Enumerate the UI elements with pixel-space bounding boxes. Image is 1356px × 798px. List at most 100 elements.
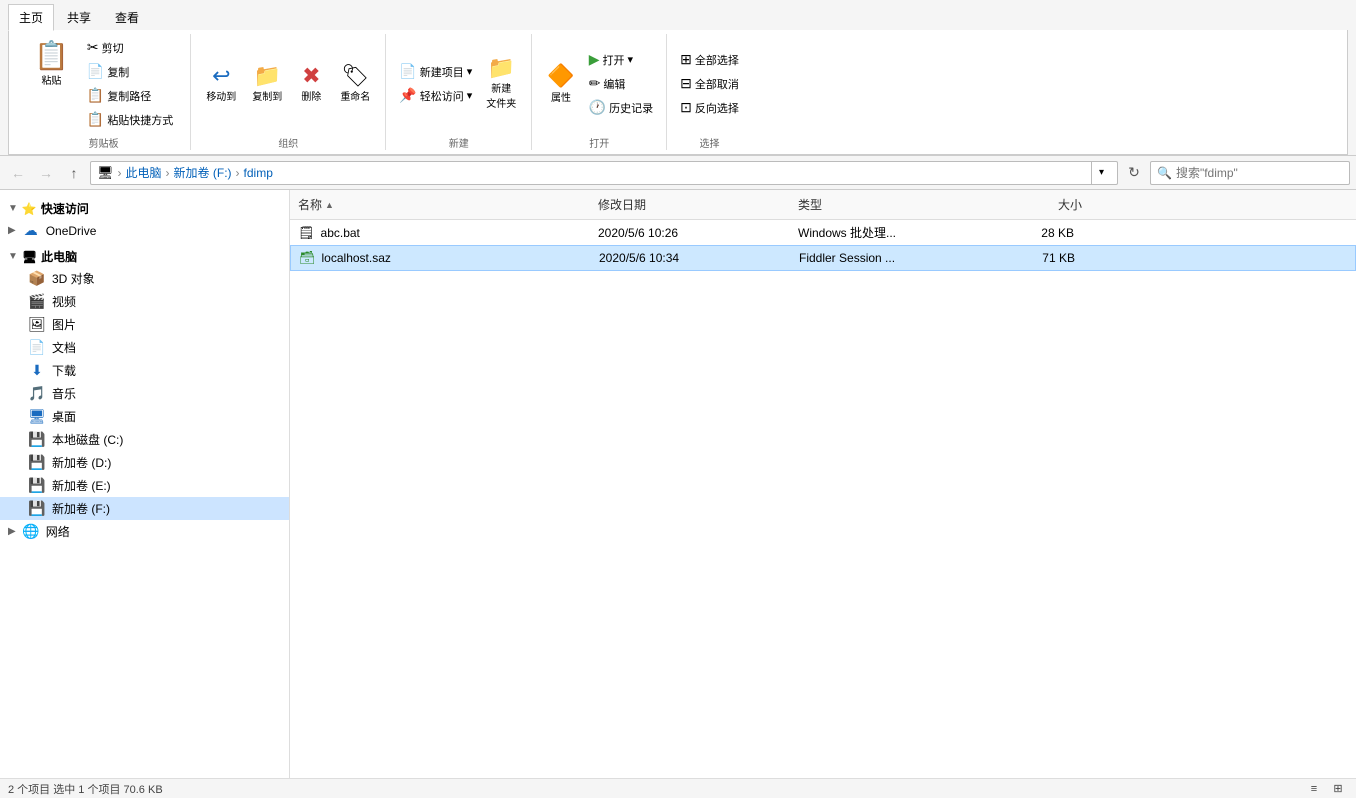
file-area: 名称 ▲ 修改日期 类型 大小 🗒 abc.bat 2020/5/6 10:26… [290, 190, 1356, 778]
desktop-icon: 🖥 [28, 408, 46, 425]
sidebar-item-onedrive[interactable]: ▶ ☁ OneDrive [0, 219, 289, 242]
sidebar-item-pictures[interactable]: 🖼 图片 [0, 313, 289, 336]
search-input[interactable] [1176, 166, 1343, 180]
col-name-header[interactable]: 名称 ▲ [290, 194, 590, 215]
rename-button[interactable]: 🏷 重命名 [333, 62, 377, 106]
path-folder[interactable]: fdimp [244, 166, 273, 180]
sidebar-item-drive-f[interactable]: 💾 新加卷 (F:) [0, 497, 289, 520]
back-button[interactable]: ← [6, 161, 30, 185]
sidebar-item-documents[interactable]: 📄 文档 [0, 336, 289, 359]
quick-access-label: 快速访问 [41, 200, 89, 217]
onedrive-icon: ☁ [22, 222, 40, 239]
new-folder-icon: 📁 [488, 57, 515, 79]
pictures-icon: 🖼 [28, 316, 46, 333]
paste-shortcut-button[interactable]: 📋 粘贴快捷方式 [82, 108, 178, 131]
up-button[interactable]: ↑ [62, 161, 86, 185]
drive-f-icon: 💾 [28, 500, 46, 517]
move-label: 移动到 [206, 88, 236, 103]
sidebar-item-video[interactable]: 🎬 视频 [0, 290, 289, 313]
documents-label: 文档 [52, 339, 76, 356]
sidebar-item-drive-c[interactable]: 💾 本地磁盘 (C:) [0, 428, 289, 451]
view-list-button[interactable]: ≡ [1304, 780, 1324, 798]
file-header: 名称 ▲ 修改日期 类型 大小 [290, 190, 1356, 220]
sidebar-item-music[interactable]: 🎵 音乐 [0, 382, 289, 405]
file-type-cell: Fiddler Session ... [791, 249, 991, 267]
path-drive[interactable]: 新加卷 (F:) [174, 164, 232, 181]
main-area: ▼ ⭐ 快速访问 ▶ ☁ OneDrive ▼ 🖥 此电脑 📦 3D 对象 🎬 … [0, 190, 1356, 778]
delete-label: 删除 [301, 88, 321, 103]
this-pc-icon: 🖥 [22, 250, 37, 264]
new-item-icon: 📄 [399, 63, 416, 80]
invert-icon: ⊡ [680, 99, 692, 116]
downloads-label: 下载 [52, 362, 76, 379]
sidebar-item-drive-e[interactable]: 💾 新加卷 (E:) [0, 474, 289, 497]
sidebar-this-pc[interactable]: ▼ 🖥 此电脑 [0, 242, 289, 267]
file-name: localhost.saz [322, 251, 391, 265]
col-size-header[interactable]: 大小 [990, 194, 1090, 215]
paste-shortcut-label: 粘贴快捷方式 [107, 112, 173, 128]
copy-path-icon: 📋 [87, 87, 104, 104]
ribbon-group-open: 🔶 属性 ▶ 打开 ▾ ✏ 编辑 🕐 历史记录 [532, 34, 667, 150]
tab-view[interactable]: 查看 [104, 4, 150, 30]
forward-button[interactable]: → [34, 161, 58, 185]
edit-icon: ✏ [589, 75, 601, 92]
invert-selection-button[interactable]: ⊡ 反向选择 [675, 96, 744, 119]
delete-button[interactable]: ✖ 删除 [291, 62, 331, 106]
ribbon-tabs: 主页 共享 查看 [8, 4, 1348, 30]
path-dropdown-button[interactable]: ▾ [1091, 161, 1111, 185]
paste-shortcut-icon: 📋 [87, 111, 104, 128]
copy-button[interactable]: 📄 复制 [82, 60, 178, 83]
new-item-button[interactable]: 📄 新建项目 ▾ [394, 60, 477, 83]
tab-home[interactable]: 主页 [8, 4, 54, 31]
ribbon-group-organize: ↩ 移动到 📁 复制到 ✖ 删除 🏷 重命名 组织 [191, 34, 386, 150]
select-group-label: 选择 [699, 135, 719, 150]
path-bar[interactable]: 🖥 › 此电脑 › 新加卷 (F:) › fdimp ▾ [90, 161, 1118, 185]
table-row[interactable]: 🗒 abc.bat 2020/5/6 10:26 Windows 批处理... … [290, 220, 1356, 245]
new-group-label: 新建 [449, 135, 469, 150]
easy-access-label: 轻松访问 [420, 88, 464, 104]
easy-access-button[interactable]: 📌 轻松访问 ▾ [394, 84, 477, 107]
file-name-cell: 🗃 localhost.saz [291, 248, 591, 268]
network-label: 网络 [46, 523, 70, 540]
col-type-header[interactable]: 类型 [790, 194, 990, 215]
cut-icon: ✂ [87, 39, 99, 56]
path-this-pc[interactable]: 此电脑 [126, 164, 162, 181]
edit-button[interactable]: ✏ 编辑 [584, 72, 658, 95]
copy-path-button[interactable]: 📋 复制路径 [82, 84, 178, 107]
edit-label: 编辑 [603, 76, 625, 92]
documents-icon: 📄 [28, 339, 46, 356]
select-none-button[interactable]: ⊟ 全部取消 [675, 72, 744, 95]
onedrive-label: OneDrive [46, 224, 97, 238]
open-icon: ▶ [589, 51, 600, 68]
network-icon: 🌐 [22, 523, 40, 540]
col-date-header[interactable]: 修改日期 [590, 194, 790, 215]
copy-to-button[interactable]: 📁 复制到 [245, 62, 289, 106]
drive-c-label: 本地磁盘 (C:) [52, 431, 123, 448]
cut-button[interactable]: ✂ 剪切 [82, 36, 178, 59]
properties-button[interactable]: 🔶 属性 [540, 60, 581, 107]
ribbon-group-clipboard: 📋 粘贴 ✂ 剪切 📄 复制 📋 [17, 34, 191, 150]
file-type-cell: Windows 批处理... [790, 222, 990, 243]
sidebar-item-network[interactable]: ▶ 🌐 网络 [0, 520, 289, 543]
move-button[interactable]: ↩ 移动到 [199, 62, 243, 106]
move-icon: ↩ [212, 65, 230, 87]
paste-button[interactable]: 📋 粘贴 [25, 34, 78, 133]
delete-icon: ✖ [302, 65, 320, 87]
sidebar-item-desktop[interactable]: 🖥 桌面 [0, 405, 289, 428]
ribbon-group-select: ⊞ 全部选择 ⊟ 全部取消 ⊡ 反向选择 选择 [667, 34, 752, 150]
refresh-button[interactable]: ↻ [1122, 161, 1146, 185]
history-button[interactable]: 🕐 历史记录 [584, 96, 658, 119]
search-bar[interactable]: 🔍 [1150, 161, 1350, 185]
view-grid-button[interactable]: ⊞ [1328, 780, 1348, 798]
sidebar-item-3d[interactable]: 📦 3D 对象 [0, 267, 289, 290]
tab-share[interactable]: 共享 [56, 4, 102, 30]
table-row[interactable]: 🗃 localhost.saz 2020/5/6 10:34 Fiddler S… [290, 245, 1356, 271]
sidebar-item-downloads[interactable]: ⬇ 下载 [0, 359, 289, 382]
new-folder-button[interactable]: 📁 新建文件夹 [479, 54, 523, 113]
sidebar-item-drive-d[interactable]: 💾 新加卷 (D:) [0, 451, 289, 474]
open-button[interactable]: ▶ 打开 ▾ [584, 48, 658, 71]
clipboard-group-label: 剪贴板 [89, 135, 119, 150]
path-home-icon: 🖥 [97, 165, 114, 181]
select-all-button[interactable]: ⊞ 全部选择 [675, 48, 744, 71]
sidebar-quick-access[interactable]: ▼ ⭐ 快速访问 [0, 194, 289, 219]
